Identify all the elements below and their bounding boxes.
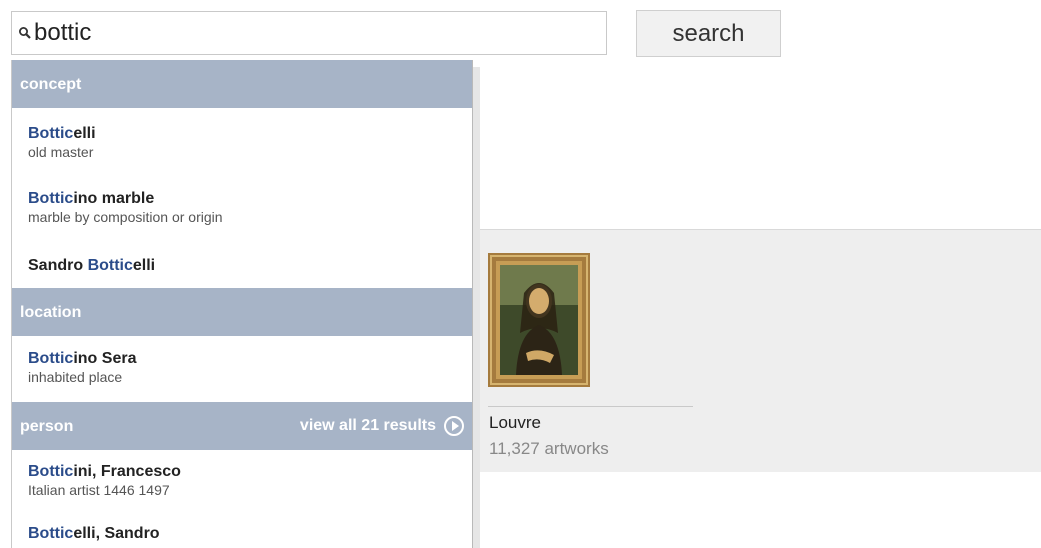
group-header-person: person view all 21 results	[12, 402, 472, 450]
suggestion-botticelli[interactable]: Botticelli old master	[28, 124, 96, 161]
suggestion-subtitle: old master	[28, 144, 94, 160]
suggestion-subtitle: marble by composition or origin	[28, 209, 223, 225]
suggestion-botticino-marble[interactable]: Botticino marble marble by composition o…	[28, 189, 223, 226]
suggestion-botticini-francesco[interactable]: Botticini, Francesco Italian artist 1446…	[28, 462, 181, 499]
suggestion-subtitle: Italian artist 1446 1497	[28, 482, 170, 498]
autocomplete-dropdown: concept Botticelli old master Botticino …	[11, 60, 473, 548]
group-label: location	[20, 304, 82, 321]
group-header-location: location	[12, 288, 472, 336]
card-title[interactable]: Louvre	[489, 413, 541, 433]
search-icon	[19, 27, 31, 39]
group-label: concept	[20, 76, 82, 93]
suggestion-sandro-botticelli[interactable]: Sandro Botticelli	[28, 256, 155, 275]
suggestion-botticelli-sandro[interactable]: Botticelli, Sandro	[28, 524, 160, 543]
view-all-results-link[interactable]: view all 21 results	[300, 414, 464, 438]
card-divider	[488, 406, 693, 407]
group-label: person	[20, 418, 74, 435]
dropdown-shadow	[473, 67, 480, 548]
card-subtitle: 11,327 artworks	[489, 439, 609, 458]
search-button[interactable]: search	[636, 10, 781, 57]
play-circle-icon	[444, 416, 464, 436]
group-header-concept: concept	[12, 60, 472, 108]
suggestion-botticino-sera[interactable]: Botticino Sera inhabited place	[28, 349, 136, 386]
suggestion-subtitle: inhabited place	[28, 369, 123, 385]
search-input[interactable]	[34, 12, 594, 54]
search-box[interactable]	[11, 11, 607, 55]
artwork-thumbnail[interactable]	[488, 253, 590, 387]
